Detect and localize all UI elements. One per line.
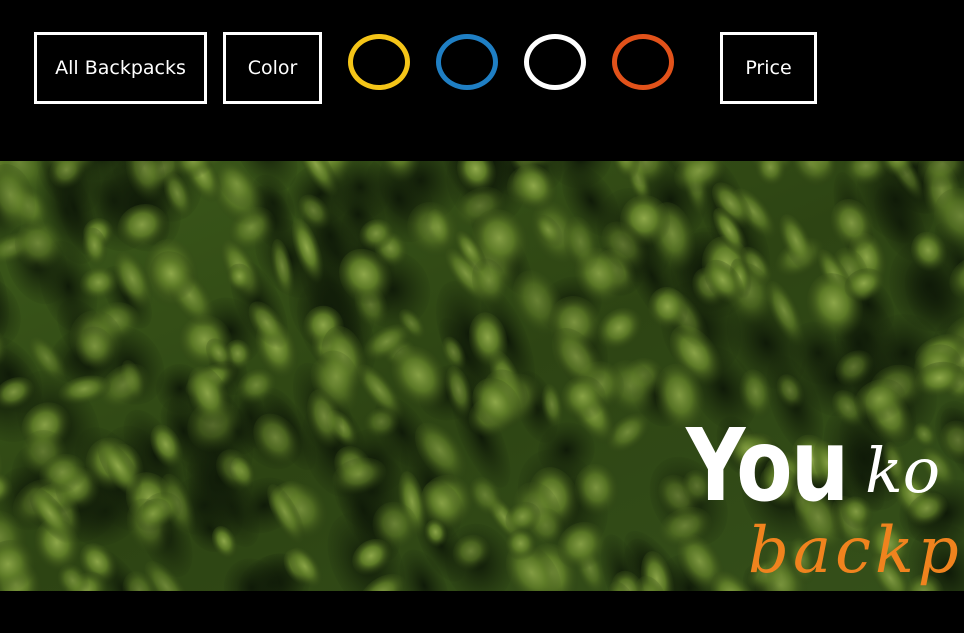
bottom-bar [0, 591, 964, 633]
hero-headline-script: ko [865, 434, 941, 507]
color-swatch-white[interactable] [524, 34, 586, 90]
all-backpacks-button[interactable]: All Backpacks [34, 32, 207, 104]
filter-bar: All Backpacks Color Price [0, 0, 964, 161]
hero-headline-bold: You [686, 407, 849, 524]
price-filter-button[interactable]: Price [720, 32, 817, 104]
hero-banner: You ko backp [0, 161, 964, 591]
color-swatch-orange[interactable] [612, 34, 674, 90]
hero-headline-line2: backp [748, 514, 963, 588]
color-swatch-yellow[interactable] [348, 34, 410, 90]
color-swatch-blue[interactable] [436, 34, 498, 90]
color-filter-button[interactable]: Color [223, 32, 322, 104]
page: All Backpacks Color Price You ko backp [0, 0, 964, 633]
hero-headline-line1: You ko [686, 416, 940, 516]
